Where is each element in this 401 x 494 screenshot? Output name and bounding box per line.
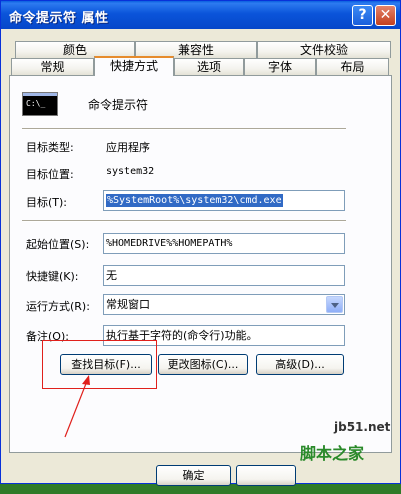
target-label: 目标(T):: [26, 196, 68, 209]
separator: [22, 128, 346, 130]
tab-file-verify[interactable]: 文件校验: [257, 41, 391, 58]
tab-font[interactable]: 字体: [244, 58, 316, 75]
command-prompt-icon: C:\_: [22, 92, 58, 116]
tab-layout[interactable]: 布局: [316, 58, 389, 75]
chevron-down-icon[interactable]: [326, 296, 343, 313]
close-button[interactable]: ✕: [375, 5, 396, 26]
separator: [22, 220, 346, 222]
target-type-label: 目标类型:: [26, 141, 74, 154]
help-button[interactable]: ?: [352, 5, 373, 26]
watermark-logo-text: 脚本之家: [300, 444, 365, 463]
tab-general[interactable]: 常规: [11, 58, 94, 75]
tab-options[interactable]: 选项: [174, 58, 244, 75]
target-location-label: 目标位置:: [26, 168, 74, 181]
target-type-value: 应用程序: [106, 141, 150, 154]
ok-button[interactable]: 确定: [156, 465, 231, 486]
watermark-domain: jb51.net: [334, 420, 391, 434]
title-bar[interactable]: 命令提示符 属性 ? ✕: [1, 1, 400, 29]
window-title: 命令提示符 属性: [9, 11, 109, 26]
annotation-arrow-icon: [64, 375, 90, 438]
start-in-input[interactable]: %HOMEDRIVE%%HOMEPATH%: [103, 233, 345, 254]
target-input[interactable]: %SystemRoot%\system32\cmd.exe: [103, 190, 345, 211]
run-select-value: 常规窗口: [106, 298, 150, 311]
advanced-button[interactable]: 高级(D)...: [256, 354, 344, 375]
run-label: 运行方式(R):: [26, 300, 90, 313]
target-location-value: system32: [106, 166, 155, 177]
hotkey-input[interactable]: 无: [103, 265, 345, 286]
change-icon-button[interactable]: 更改图标(C)...: [158, 354, 248, 375]
start-in-label: 起始位置(S):: [26, 238, 90, 251]
hotkey-label: 快捷键(K):: [26, 270, 79, 283]
cancel-button[interactable]: [236, 465, 296, 486]
shortcut-name: 命令提示符: [88, 98, 149, 112]
run-select[interactable]: 常规窗口: [103, 294, 345, 315]
target-input-value: %SystemRoot%\system32\cmd.exe: [106, 194, 283, 207]
tab-shortcut[interactable]: 快捷方式: [94, 56, 174, 76]
